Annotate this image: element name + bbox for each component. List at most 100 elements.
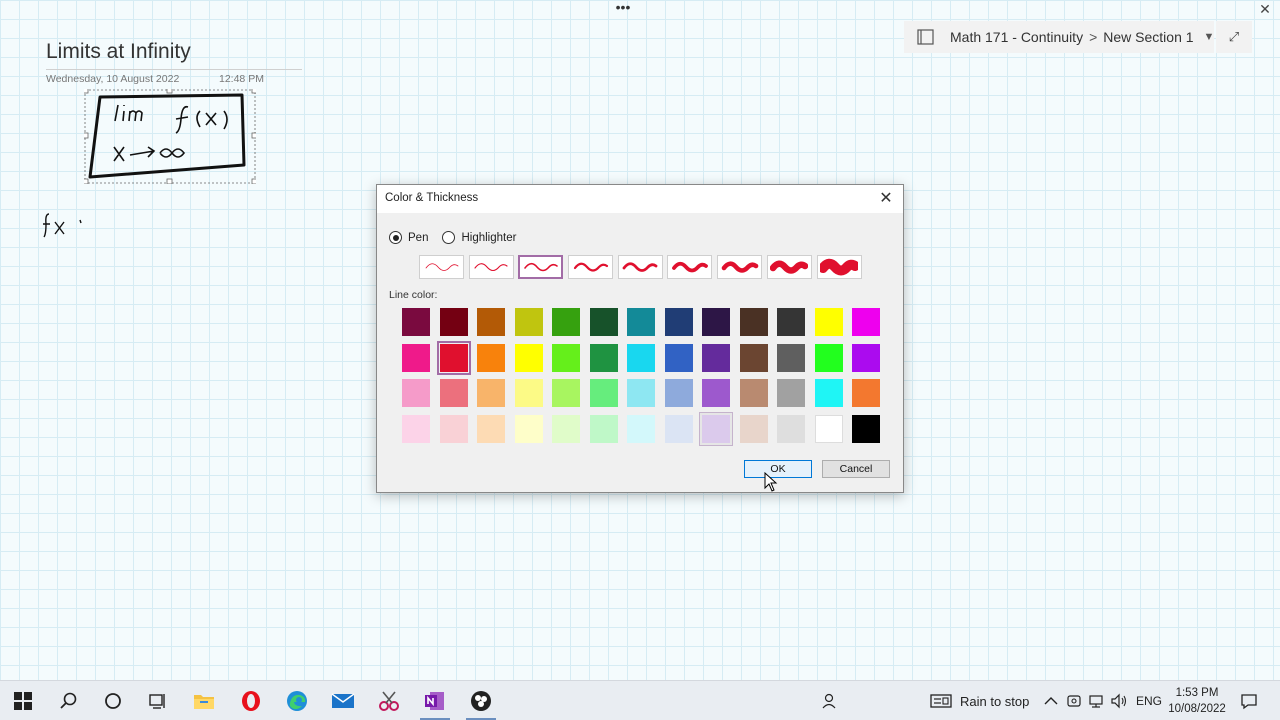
handwritten-fx-ink[interactable] [40, 210, 90, 242]
color-swatch[interactable] [624, 341, 658, 375]
window-close-button[interactable]: ✕ [1255, 0, 1275, 18]
color-swatch[interactable] [437, 305, 471, 339]
color-swatch[interactable] [812, 412, 846, 446]
color-swatch[interactable] [849, 376, 883, 410]
thickness-option-8[interactable] [766, 255, 812, 279]
thickness-option-6[interactable] [667, 255, 713, 279]
color-swatch[interactable] [437, 412, 471, 446]
weather-widget[interactable]: Rain to stop [930, 681, 1029, 720]
color-swatch[interactable] [624, 376, 658, 410]
color-swatch[interactable] [512, 305, 546, 339]
color-swatch[interactable] [774, 376, 808, 410]
chevron-down-icon[interactable]: ▼ [1204, 31, 1215, 43]
network-icon[interactable] [1088, 681, 1104, 720]
color-swatch[interactable] [436, 340, 471, 375]
notification-icon[interactable] [1240, 681, 1258, 720]
color-swatch[interactable] [774, 305, 808, 339]
color-swatch[interactable] [662, 341, 696, 375]
search-icon[interactable] [46, 681, 92, 720]
color-swatch[interactable] [549, 305, 583, 339]
thickness-option-7[interactable] [717, 255, 763, 279]
handwritten-limit-ink[interactable] [82, 87, 258, 185]
color-swatch[interactable] [399, 305, 433, 339]
color-swatch[interactable] [399, 341, 433, 375]
color-swatch[interactable] [512, 376, 546, 410]
color-swatch[interactable] [587, 341, 621, 375]
mail-icon[interactable] [320, 681, 366, 720]
breadcrumb-notebook[interactable]: Math 171 - Continuity [950, 29, 1083, 45]
color-swatch[interactable] [399, 412, 433, 446]
ok-button[interactable]: OK [744, 460, 812, 478]
color-swatch[interactable] [474, 305, 508, 339]
pen-radio-label[interactable]: Pen [408, 232, 428, 244]
color-swatch-fill [852, 414, 880, 443]
close-icon[interactable]: ✕ [875, 188, 897, 210]
color-swatch[interactable] [812, 341, 846, 375]
color-swatch[interactable] [662, 376, 696, 410]
color-swatch[interactable] [587, 376, 621, 410]
edge-icon[interactable] [274, 681, 320, 720]
snipping-tool-icon[interactable] [366, 681, 412, 720]
task-view-icon[interactable] [135, 681, 181, 720]
page-title[interactable]: Limits at Infinity [46, 40, 191, 64]
thickness-option-1[interactable] [419, 255, 464, 279]
color-swatch[interactable] [399, 376, 433, 410]
color-swatch[interactable] [549, 341, 583, 375]
windows-start-icon[interactable] [0, 681, 46, 720]
opera-icon[interactable] [228, 681, 274, 720]
color-swatch[interactable] [774, 412, 808, 446]
highlighter-radio[interactable] [442, 231, 456, 244]
color-swatch[interactable] [812, 305, 846, 339]
meet-icon[interactable] [1066, 681, 1082, 720]
color-swatch[interactable] [474, 412, 508, 446]
color-swatch[interactable] [512, 412, 546, 446]
cortana-icon[interactable] [90, 681, 136, 720]
color-swatch[interactable] [624, 412, 658, 446]
thickness-option-3[interactable] [518, 255, 564, 279]
obs-icon[interactable] [458, 681, 504, 720]
color-swatch[interactable] [699, 411, 733, 446]
color-swatch[interactable] [812, 376, 846, 410]
breadcrumb[interactable]: Math 171 - Continuity > New Section 1 ▼ [904, 21, 1214, 53]
dialog-titlebar[interactable]: Color & Thickness ✕ [377, 185, 903, 213]
tray-chevron-up-icon[interactable] [1044, 681, 1058, 720]
color-swatch[interactable] [587, 305, 621, 339]
color-swatch[interactable] [849, 341, 883, 375]
color-swatch[interactable] [737, 412, 771, 446]
thickness-option-5[interactable] [617, 255, 663, 279]
cancel-button[interactable]: Cancel [822, 460, 890, 478]
color-swatch[interactable] [549, 376, 583, 410]
color-swatch[interactable] [737, 376, 771, 410]
color-swatch[interactable] [849, 412, 883, 446]
color-swatch[interactable] [474, 341, 508, 375]
color-swatch[interactable] [774, 341, 808, 375]
thickness-option-4[interactable] [568, 255, 614, 279]
highlighter-radio-label[interactable]: Highlighter [461, 232, 516, 244]
color-swatch[interactable] [849, 305, 883, 339]
more-options-icon[interactable]: ••• [612, 0, 634, 16]
color-swatch[interactable] [699, 341, 733, 375]
color-swatch[interactable] [437, 376, 471, 410]
color-swatch[interactable] [512, 341, 546, 375]
color-swatch[interactable] [737, 305, 771, 339]
color-swatch[interactable] [662, 412, 696, 446]
thickness-option-9[interactable] [816, 255, 862, 279]
color-swatch[interactable] [587, 412, 621, 446]
color-swatch[interactable] [549, 412, 583, 446]
language-indicator[interactable]: ENG [1136, 681, 1162, 720]
thickness-option-2[interactable] [468, 255, 514, 279]
volume-icon[interactable] [1110, 681, 1128, 720]
color-swatch[interactable] [699, 376, 733, 410]
color-swatch[interactable] [474, 376, 508, 410]
file-explorer-icon[interactable] [181, 681, 227, 720]
onenote-icon[interactable] [412, 681, 458, 720]
expand-icon[interactable]: ⤢ [1216, 21, 1252, 53]
breadcrumb-section[interactable]: New Section 1 [1103, 29, 1193, 45]
people-icon[interactable] [820, 681, 840, 720]
color-swatch[interactable] [737, 341, 771, 375]
system-clock[interactable]: 1:53 PM 10/08/2022 [1162, 685, 1232, 717]
pen-radio[interactable] [389, 231, 402, 244]
color-swatch[interactable] [624, 305, 658, 339]
color-swatch[interactable] [699, 305, 733, 339]
color-swatch[interactable] [662, 305, 696, 339]
